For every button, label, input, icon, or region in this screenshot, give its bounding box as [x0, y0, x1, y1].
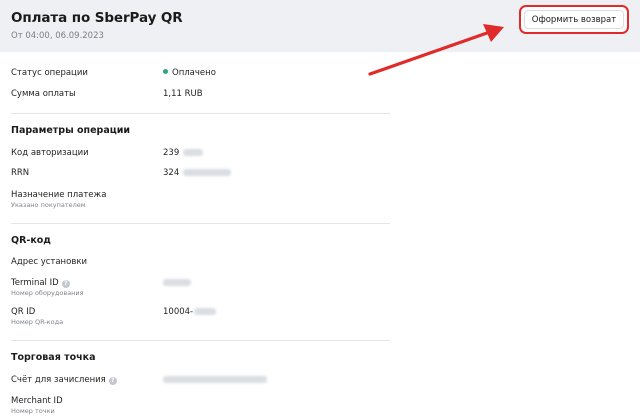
purpose-label: Назначение платежа: [11, 190, 107, 200]
redacted-value: [163, 279, 191, 286]
account-label: Счёт для зачисления?: [11, 375, 117, 385]
status-text: Оплачено: [172, 68, 216, 78]
divider: [11, 223, 390, 224]
address-label: Адрес установки: [11, 257, 87, 267]
section-title-operation-params: Параметры операции: [11, 125, 131, 136]
auth-code-value: 239: [163, 148, 204, 158]
terminal-value: [163, 278, 191, 288]
auth-code-text: 239: [163, 148, 180, 158]
account-value: [163, 375, 267, 385]
divider: [11, 340, 390, 341]
terminal-label-text: Terminal ID: [11, 278, 59, 288]
red-arrow-annotation: [368, 24, 504, 76]
merchant-id-label: Merchant ID: [11, 396, 63, 406]
refund-button[interactable]: Оформить возврат: [524, 10, 624, 29]
qr-id-sub: Номер QR-кода: [11, 318, 64, 326]
account-label-text: Счёт для зачисления: [11, 375, 106, 385]
amount-value: 1,11 RUB: [163, 89, 203, 99]
amount-label: Сумма оплаты: [11, 89, 76, 99]
purpose-sub: Указано покупателем: [11, 201, 86, 209]
rrn-label: RRN: [11, 168, 30, 178]
page-subtitle: От 04:00, 06.09.2023: [11, 31, 104, 41]
info-icon[interactable]: ?: [61, 280, 70, 288]
rrn-text: 324: [163, 168, 180, 178]
redacted-value: [183, 149, 204, 156]
section-title-merchant: Торговая точка: [11, 352, 96, 363]
qr-id-label: QR ID: [11, 307, 36, 317]
status-dot-icon: [163, 69, 168, 74]
merchant-id-sub: Номер точки: [11, 407, 55, 415]
page-title: Оплата по SberPay QR: [11, 10, 183, 26]
terminal-sub: Номер оборудования: [11, 289, 84, 297]
status-value: Оплачено: [163, 68, 216, 78]
qr-id-value: 10004-: [163, 307, 217, 317]
redacted-value: [183, 169, 232, 176]
page-header: Оплата по SberPay QR От 04:00, 06.09.202…: [0, 0, 640, 52]
rrn-value: 324: [163, 168, 232, 178]
divider: [11, 113, 390, 114]
info-icon[interactable]: ?: [108, 377, 117, 385]
refund-button-highlight[interactable]: Оформить возврат: [519, 5, 629, 34]
qr-id-text: 10004-: [163, 307, 194, 317]
redacted-value: [163, 376, 267, 383]
section-title-qr-code: QR-код: [11, 235, 51, 246]
redacted-value: [194, 308, 217, 315]
terminal-label: Terminal ID?: [11, 278, 70, 288]
auth-code-label: Код авторизации: [11, 148, 89, 158]
status-label: Статус операции: [11, 68, 88, 78]
